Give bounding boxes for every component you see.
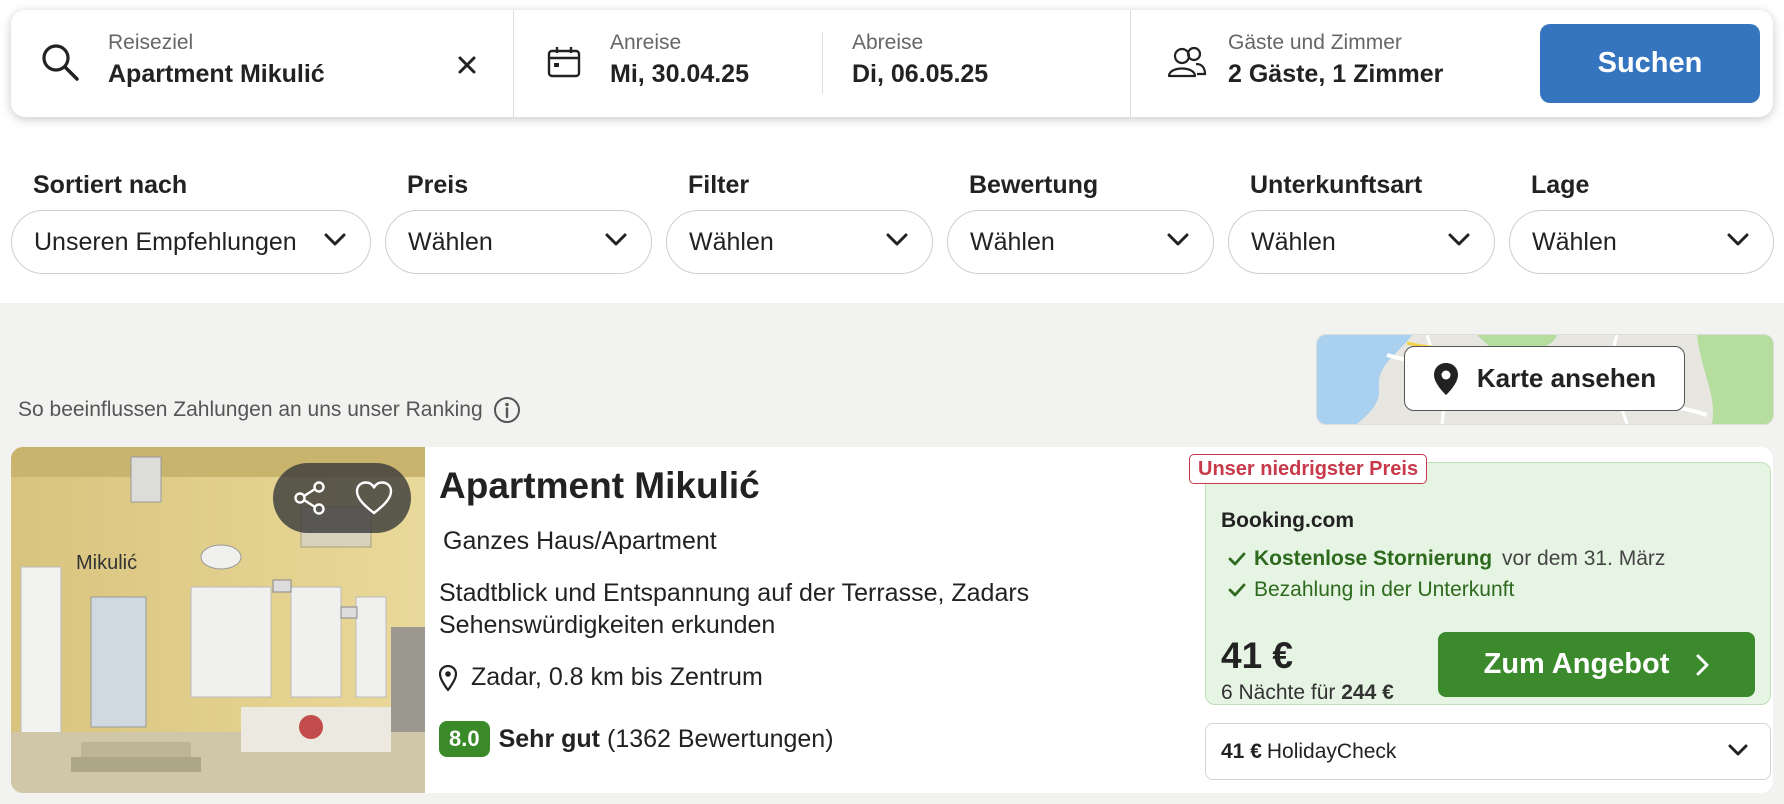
- filter-value: Unseren Empfehlungen: [34, 227, 297, 256]
- heart-icon[interactable]: [355, 481, 393, 515]
- rating-dropdown[interactable]: Wählen: [947, 210, 1214, 274]
- lowest-price-badge: Unser niedrigster Preis: [1189, 454, 1428, 484]
- filter-title: Preis: [407, 171, 469, 199]
- chevron-down-icon: [886, 233, 908, 246]
- alt-offer-provider: HolidayCheck: [1266, 739, 1397, 763]
- calendar-icon: [547, 47, 581, 78]
- nights-text: 6 Nächte für: [1221, 681, 1336, 704]
- map-pin-icon: [1433, 362, 1458, 395]
- filter-value: Wählen: [970, 227, 1055, 256]
- filter-dropdown[interactable]: Wählen: [666, 210, 933, 274]
- search-button[interactable]: Suchen: [1540, 24, 1760, 103]
- ranking-info[interactable]: So beeinflussen Zahlungen an uns unser R…: [18, 396, 521, 424]
- perk-free-cancellation: Kostenlose Stornierung vor dem 31. März: [1228, 547, 1665, 571]
- filter-title: Bewertung: [969, 171, 1099, 199]
- guests-icon: [1167, 46, 1207, 78]
- total-price-line: 6 Nächte für 244 €: [1221, 681, 1394, 705]
- ranking-info-text: So beeinflussen Zahlungen an uns unser R…: [18, 398, 483, 421]
- hotel-location-text: Zadar, 0.8 km bis Zentrum: [471, 663, 763, 691]
- sort-dropdown[interactable]: Unseren Empfehlungen: [11, 210, 371, 274]
- checkin-value: Mi, 30.04.25: [610, 60, 749, 88]
- accommodation-dropdown[interactable]: Wählen: [1228, 210, 1495, 274]
- deal-provider: Booking.com: [1221, 509, 1355, 532]
- rating-label: Sehr gut: [498, 724, 600, 753]
- rating-row[interactable]: 8.0 Sehr gut (1362 Bewertungen): [439, 721, 834, 757]
- filter-value: Wählen: [1251, 227, 1336, 256]
- price-dropdown[interactable]: Wählen: [385, 210, 652, 274]
- hotel-result-card[interactable]: Mikulić Apartment Mikulić Ganzes Haus/Ap…: [11, 447, 1773, 793]
- hotel-type: Ganzes Haus/Apartment: [443, 527, 717, 555]
- chevron-right-icon: [1696, 654, 1709, 675]
- chevron-down-icon: [1728, 744, 1748, 756]
- perk2-text: Bezahlung in der Unterkunft: [1254, 578, 1515, 601]
- clear-icon[interactable]: [457, 55, 477, 75]
- info-icon[interactable]: [493, 396, 521, 424]
- building-sign: Mikulić: [76, 552, 137, 574]
- filter-value: Wählen: [408, 227, 493, 256]
- checkin-field[interactable]: Anreise Mi, 30.04.25: [514, 10, 781, 117]
- search-bar: Reiseziel Apartment Mikulić Anreise Mi, …: [11, 10, 1773, 117]
- view-deal-label: Zum Angebot: [1483, 648, 1670, 680]
- filter-title: Unterkunftsart: [1250, 171, 1423, 199]
- destination-value: Apartment Mikulić: [108, 60, 325, 88]
- chevron-down-icon: [1727, 233, 1749, 246]
- guests-value: 2 Gäste, 1 Zimmer: [1228, 60, 1444, 88]
- rating-count: (1362 Bewertungen): [607, 724, 834, 753]
- filter-value: Wählen: [1532, 227, 1617, 256]
- search-icon: [42, 44, 79, 81]
- alt-offer-price: 41 €: [1221, 739, 1262, 763]
- show-map-button[interactable]: Karte ansehen: [1404, 346, 1685, 411]
- perk-pay-at-property: Bezahlung in der Unterkunft: [1228, 578, 1514, 602]
- chevron-down-icon: [324, 233, 346, 246]
- show-map-label: Karte ansehen: [1476, 363, 1657, 393]
- hotel-name[interactable]: Apartment Mikulić: [439, 465, 760, 507]
- hotel-description: Stadtblick und Entspannung auf der Terra…: [439, 579, 1030, 639]
- filter-value: Wählen: [689, 227, 774, 256]
- location-dropdown[interactable]: Wählen: [1509, 210, 1774, 274]
- view-deal-button[interactable]: Zum Angebot: [1438, 632, 1755, 697]
- check-icon: [1228, 583, 1246, 597]
- filter-title: Filter: [688, 171, 750, 199]
- guests-field[interactable]: Gäste und Zimmer 2 Gäste, 1 Zimmer: [1131, 10, 1531, 117]
- perk1-bold: Kostenlose Stornierung: [1254, 547, 1493, 570]
- guests-label: Gäste und Zimmer: [1228, 31, 1402, 54]
- rating-score: 8.0: [439, 721, 490, 757]
- destination-field[interactable]: Reiseziel Apartment Mikulić: [11, 10, 513, 117]
- destination-label: Reiseziel: [108, 31, 194, 54]
- alternative-offer-dropdown[interactable]: 41 € HolidayCheck: [1205, 723, 1771, 780]
- image-actions: [273, 463, 411, 533]
- perk1-rest: vor dem 31. März: [1502, 547, 1666, 570]
- nightly-price: 41 €: [1221, 635, 1294, 676]
- checkin-label: Anreise: [610, 31, 682, 54]
- share-icon[interactable]: [292, 480, 328, 516]
- hotel-location: Zadar, 0.8 km bis Zentrum: [439, 663, 763, 692]
- filter-title: Sortiert nach: [33, 171, 188, 199]
- chevron-down-icon: [605, 233, 627, 246]
- checkout-label: Abreise: [852, 31, 924, 54]
- location-pin-icon: [439, 664, 457, 691]
- check-icon: [1228, 552, 1246, 566]
- filter-title: Lage: [1531, 171, 1590, 199]
- checkout-field[interactable]: Abreise Di, 06.05.25: [823, 10, 1141, 117]
- chevron-down-icon: [1448, 233, 1470, 246]
- total-price: 244 €: [1341, 681, 1394, 704]
- chevron-down-icon: [1167, 233, 1189, 246]
- checkout-value: Di, 06.05.25: [852, 60, 989, 88]
